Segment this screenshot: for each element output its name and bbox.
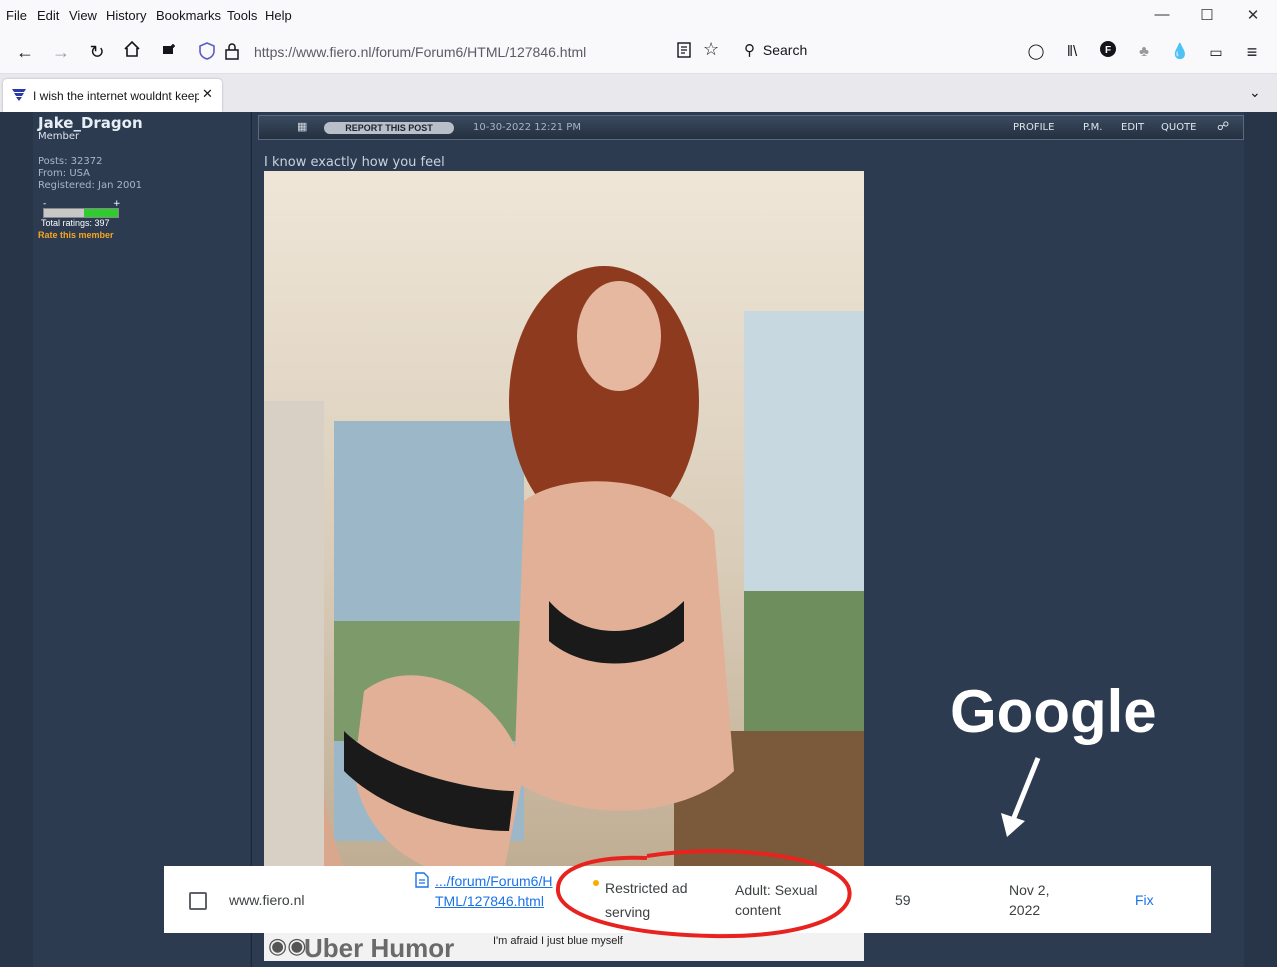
search-box[interactable]: ⚲ Search [744, 41, 807, 59]
page-right-margin [1244, 112, 1277, 967]
post-header-bar: ▦ REPORT THIS POST 10-30-2022 12:21 PM P… [258, 115, 1244, 140]
author-registered: Registered: Jan 2001 [38, 180, 143, 191]
profile-link[interactable]: PROFILE [1013, 122, 1054, 133]
post-icon: ▦ [297, 121, 308, 133]
tab-title: I wish the internet wouldnt keep [33, 89, 199, 103]
edit-link[interactable]: EDIT [1121, 122, 1144, 133]
tab-close-icon[interactable]: ✕ [202, 86, 213, 102]
list-all-tabs-chevron-icon[interactable]: ⌄ [1249, 84, 1261, 101]
quote-link[interactable]: QUOTE [1161, 122, 1197, 133]
permalink-chain-icon[interactable]: ☍ [1217, 119, 1229, 133]
menu-view[interactable]: View [69, 8, 97, 23]
post-date: 10-30-2022 12:21 PM [473, 122, 581, 133]
home-icon[interactable] [120, 40, 144, 64]
addon-icon[interactable]: ♣ [1132, 40, 1156, 64]
menu-bookmarks[interactable]: Bookmarks [156, 8, 221, 23]
issue-date: Nov 2, 2022 [1009, 882, 1050, 918]
lock-icon[interactable] [224, 42, 240, 63]
author-rank: Member [38, 131, 80, 142]
report-post-button[interactable]: REPORT THIS POST [324, 122, 454, 134]
menu-help[interactable]: Help [265, 8, 292, 23]
reader-view-icon[interactable] [677, 42, 691, 61]
author-posts: Posts: 32372 [38, 156, 103, 167]
post-text: I know exactly how you feel [264, 155, 445, 170]
post-image [264, 171, 864, 961]
pm-link[interactable]: P.M. [1083, 122, 1102, 133]
red-circle-annotation [555, 849, 852, 939]
menu-file[interactable]: File [6, 8, 27, 23]
tracking-shield-icon[interactable] [198, 41, 216, 64]
active-tab[interactable]: I wish the internet wouldnt keep ✕ [3, 79, 222, 112]
rate-member-link[interactable]: Rate this member [38, 230, 114, 240]
minimize-button[interactable]: — [1152, 6, 1172, 23]
row-checkbox[interactable] [189, 892, 207, 910]
fix-button[interactable]: Fix [1135, 892, 1154, 908]
page-url-link[interactable]: .../forum/Forum6/HTML/127846.html [435, 871, 557, 911]
pocket-icon[interactable]: ◯ [1024, 40, 1048, 64]
site-favicon-icon [12, 88, 26, 107]
svg-text:F: F [1105, 45, 1111, 56]
bookmark-star-icon[interactable]: ☆ [703, 39, 719, 60]
page-document-icon [415, 872, 429, 891]
uber-humor-title: Uber Humor [304, 933, 455, 963]
annotation-arrow-icon [1001, 757, 1041, 837]
search-icon: ⚲ [744, 42, 755, 59]
navigation-toolbar: ← → ↻ https://www.fiero.nl/forum/Forum6/… [0, 31, 1277, 74]
tab-strip: I wish the internet wouldnt keep ✕ ⌄ [0, 74, 1277, 112]
site-name: www.fiero.nl [229, 892, 305, 908]
close-window-button[interactable]: ✕ [1243, 6, 1263, 24]
rating-bar [43, 208, 119, 218]
reload-icon[interactable]: ↻ [85, 40, 109, 64]
menu-bar: File Edit View History Bookmarks Tools H… [0, 0, 1277, 31]
library-icon[interactable]: ‖\ [1060, 40, 1084, 64]
menu-edit[interactable]: Edit [37, 8, 59, 23]
hamburger-menu-icon[interactable]: ≡ [1240, 40, 1264, 64]
container-icon[interactable]: ▭ [1204, 40, 1228, 64]
author-sidebar: Jake_Dragon Member Posts: 32372 From: US… [33, 112, 250, 967]
forward-arrow-icon[interactable]: → [49, 40, 73, 64]
url-bar[interactable]: https://www.fiero.nl/forum/Forum6/HTML/1… [192, 36, 732, 68]
maximize-button[interactable]: ☐ [1197, 6, 1217, 24]
rating-bar-fill [83, 209, 118, 217]
search-input[interactable]: Search [763, 42, 807, 58]
request-count: 59 [895, 892, 911, 908]
url-text[interactable]: https://www.fiero.nl/forum/Forum6/HTML/1… [254, 44, 586, 60]
total-ratings: Total ratings: 397 [41, 218, 110, 228]
owl-logo-icon: ◉◉ [268, 933, 307, 958]
google-annotation-label: Google [950, 678, 1157, 745]
extension-icon[interactable] [157, 40, 181, 64]
menu-tools[interactable]: Tools [227, 8, 257, 23]
drop-icon[interactable]: 💧 [1168, 40, 1192, 64]
back-arrow-icon[interactable]: ← [13, 40, 37, 64]
author-from: From: USA [38, 168, 91, 179]
author-username[interactable]: Jake_Dragon [38, 114, 143, 132]
menu-history[interactable]: History [106, 8, 146, 23]
f-extension-icon[interactable]: F [1096, 40, 1120, 64]
